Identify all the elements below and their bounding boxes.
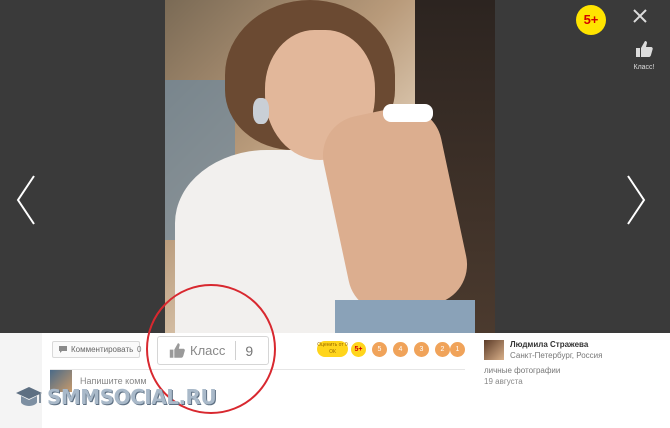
rating-option-1[interactable]: 1 bbox=[450, 342, 465, 357]
watermark-text: SMMSOCIAL.RU bbox=[47, 385, 217, 409]
watermark: SMMSOCIAL.RU bbox=[15, 384, 217, 410]
divider bbox=[235, 341, 237, 360]
photo-jeans bbox=[335, 300, 475, 333]
comment-button-label: Комментировать bbox=[71, 345, 134, 354]
comment-button[interactable]: Комментировать bbox=[52, 341, 141, 358]
klass-label: Класс bbox=[190, 343, 226, 358]
photo[interactable] bbox=[165, 0, 495, 333]
rating-option-3[interactable]: 3 bbox=[414, 342, 429, 357]
thumbs-up-icon bbox=[636, 41, 653, 57]
photo-watch bbox=[383, 104, 433, 122]
speech-bubble-icon bbox=[59, 346, 67, 353]
thumbs-up-icon bbox=[169, 343, 185, 358]
side-klass-button[interactable]: Класс! bbox=[630, 40, 658, 71]
rating-option-4[interactable]: 4 bbox=[393, 342, 408, 357]
rating-option-5[interactable]: 5 bbox=[372, 342, 387, 357]
photo-earring bbox=[253, 98, 269, 124]
graduation-cap-icon bbox=[16, 387, 42, 406]
author-avatar[interactable] bbox=[484, 340, 504, 360]
klass-count: 9 bbox=[245, 342, 254, 359]
rating-label: Оценить от 0 ОК bbox=[317, 341, 348, 357]
author-city: Санкт-Петербург, Россия bbox=[510, 351, 603, 360]
author-name[interactable]: Людмила Стражева bbox=[510, 340, 588, 349]
klass-button[interactable]: Класс 9 bbox=[157, 336, 269, 365]
chevron-right-icon[interactable] bbox=[624, 172, 648, 228]
age-badge: 5+ bbox=[576, 5, 606, 35]
comment-count: 0 bbox=[137, 345, 142, 354]
side-klass-label: Класс! bbox=[633, 64, 655, 71]
album-link[interactable]: личные фотографии bbox=[484, 366, 560, 375]
chevron-left-icon[interactable] bbox=[14, 172, 38, 228]
photo-date: 19 августа bbox=[484, 377, 523, 386]
close-icon[interactable] bbox=[630, 8, 650, 28]
rating-option-5plus[interactable]: 5+ bbox=[351, 342, 366, 357]
rating-option-2[interactable]: 2 bbox=[435, 342, 450, 357]
photo-viewer: 5+ Класс! bbox=[0, 0, 670, 333]
